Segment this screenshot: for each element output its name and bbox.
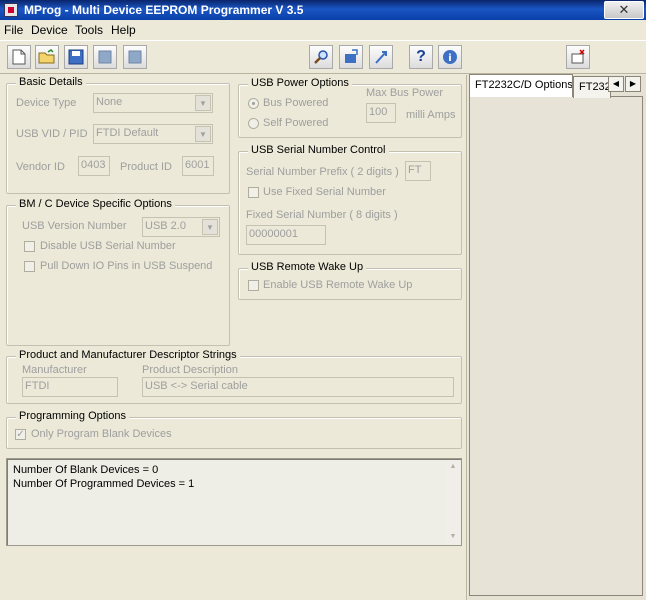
- chevron-down-icon: ▼: [195, 126, 211, 142]
- close-window-button[interactable]: ✕: [604, 1, 644, 19]
- programming-options-title: Programming Options: [16, 410, 129, 422]
- menu-bar: File Device Tools Help: [0, 20, 646, 39]
- bus-powered-radio[interactable]: [248, 98, 259, 109]
- use-fixed-serial-label: Use Fixed Serial Number: [263, 186, 386, 198]
- basic-details-title: Basic Details: [16, 76, 86, 88]
- disable-serial-checkbox[interactable]: [24, 241, 35, 252]
- remote-wake-label: Enable USB Remote Wake Up: [263, 279, 413, 291]
- usb-version-label: USB Version Number: [22, 220, 127, 232]
- remote-wake-title: USB Remote Wake Up: [248, 261, 367, 273]
- vidpid-label: USB VID / PID: [16, 128, 88, 140]
- help-icon[interactable]: ?: [409, 45, 433, 69]
- product-description-label: Product Description: [142, 364, 238, 376]
- log-scrollbar[interactable]: ▲ ▼: [446, 460, 460, 544]
- toolbar: ? i: [0, 40, 646, 74]
- program-device-icon[interactable]: [93, 45, 117, 69]
- product-id-label: Product ID: [120, 161, 172, 173]
- usb-version-combo[interactable]: USB 2.0 ▼: [142, 217, 220, 237]
- disable-serial-label: Disable USB Serial Number: [40, 240, 176, 252]
- app-icon: [4, 3, 18, 17]
- self-powered-radio[interactable]: [248, 118, 259, 129]
- device-type-label: Device Type: [16, 97, 77, 109]
- close-device-icon[interactable]: [566, 45, 590, 69]
- scan-icon[interactable]: [309, 45, 333, 69]
- tab-scroll-left-icon[interactable]: ◀: [608, 76, 624, 92]
- tab-ft2232cd-options[interactable]: FT2232C/D Options: [469, 74, 573, 97]
- vendor-id-field[interactable]: 0403: [78, 156, 110, 176]
- usb-power-title: USB Power Options: [248, 77, 352, 89]
- menu-device[interactable]: Device: [31, 23, 68, 37]
- output-log[interactable]: Number Of Blank Devices = 0 Number Of Pr…: [6, 458, 462, 546]
- cycle-ports-icon[interactable]: [369, 45, 393, 69]
- usb-version-value: USB 2.0: [145, 220, 186, 232]
- device-type-value: None: [96, 96, 123, 108]
- serial-prefix-field[interactable]: FT: [405, 161, 431, 181]
- chevron-down-icon: ▼: [195, 95, 211, 111]
- use-fixed-serial-checkbox[interactable]: [248, 187, 259, 198]
- manufacturer-label: Manufacturer: [22, 364, 87, 376]
- about-icon-glyph: i: [448, 53, 451, 64]
- device-type-combo[interactable]: None ▼: [93, 93, 213, 113]
- fixed-serial-label: Fixed Serial Number ( 8 digits ): [246, 209, 398, 221]
- remote-wake-checkbox[interactable]: [248, 280, 259, 291]
- tab-ft232[interactable]: FT232: [573, 76, 611, 98]
- open-folder-icon[interactable]: [35, 45, 59, 69]
- vidpid-value: FTDI Default: [96, 127, 159, 139]
- pull-down-label: Pull Down IO Pins in USB Suspend: [40, 260, 213, 272]
- milli-amps-label: milli Amps: [406, 109, 456, 121]
- descriptor-strings-title: Product and Manufacturer Descriptor Stri…: [16, 349, 240, 361]
- manufacturer-field[interactable]: FTDI: [22, 377, 118, 397]
- vendor-id-label: Vendor ID: [16, 161, 65, 173]
- bmc-options-title: BM / C Device Specific Options: [16, 198, 175, 210]
- tab-page: [469, 96, 643, 596]
- menu-tools[interactable]: Tools: [75, 23, 103, 37]
- bus-powered-label: Bus Powered: [263, 97, 329, 109]
- log-line: Number Of Blank Devices = 0: [13, 464, 159, 476]
- scroll-down-icon[interactable]: ▼: [446, 530, 460, 544]
- window-title: MProg - Multi Device EEPROM Programmer V…: [24, 3, 304, 17]
- chevron-down-icon: ▼: [202, 219, 218, 235]
- fixed-serial-field[interactable]: 00000001: [246, 225, 326, 245]
- about-icon[interactable]: i: [438, 45, 462, 69]
- vidpid-combo[interactable]: FTDI Default ▼: [93, 124, 213, 144]
- new-file-icon[interactable]: [7, 45, 31, 69]
- title-bar: MProg - Multi Device EEPROM Programmer V…: [0, 0, 646, 20]
- only-blank-checkbox[interactable]: ✓: [15, 429, 26, 440]
- product-id-field[interactable]: 6001: [182, 156, 214, 176]
- only-blank-label: Only Program Blank Devices: [31, 428, 172, 440]
- erase-device-icon[interactable]: [123, 45, 147, 69]
- menu-help[interactable]: Help: [111, 23, 136, 37]
- serial-control-title: USB Serial Number Control: [248, 144, 389, 156]
- menu-file[interactable]: File: [4, 23, 23, 37]
- scroll-up-icon[interactable]: ▲: [446, 460, 460, 474]
- serial-prefix-label: Serial Number Prefix ( 2 digits ): [246, 166, 399, 178]
- self-powered-label: Self Powered: [263, 117, 329, 129]
- max-bus-power-label: Max Bus Power: [366, 87, 444, 99]
- pull-down-checkbox[interactable]: [24, 261, 35, 272]
- read-device-icon[interactable]: [339, 45, 363, 69]
- tab-scroll-right-icon[interactable]: ▶: [625, 76, 641, 92]
- save-icon[interactable]: [64, 45, 88, 69]
- product-description-field[interactable]: USB <-> Serial cable: [142, 377, 454, 397]
- max-bus-power-field[interactable]: 100: [366, 103, 396, 123]
- log-line: Number Of Programmed Devices = 1: [13, 478, 195, 490]
